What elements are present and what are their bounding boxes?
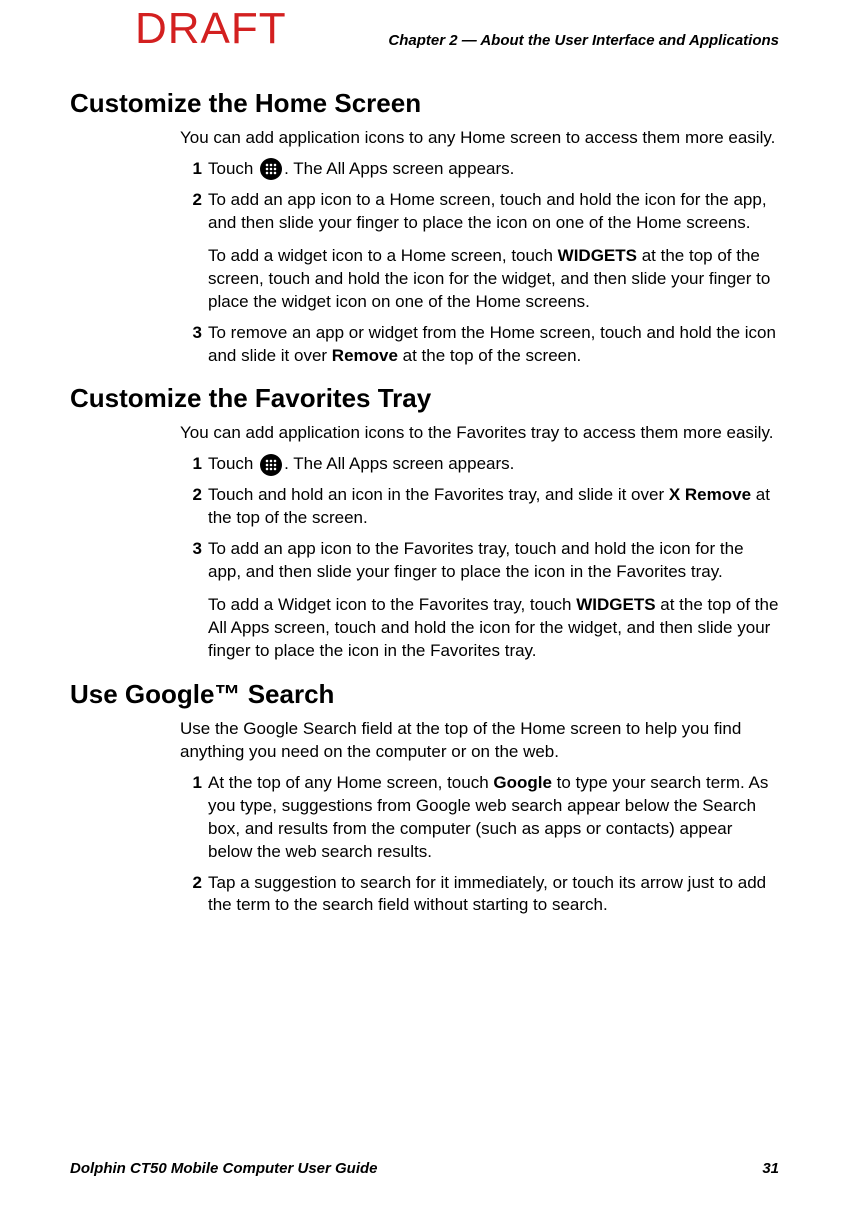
draft-watermark: DRAFT — [135, 4, 287, 54]
step-body: Touch . The All Apps screen appears. — [208, 453, 779, 476]
step-list: 1Touch . The All Apps screen appears.2To… — [180, 453, 779, 663]
step-item: 2Tap a suggestion to search for it immed… — [180, 872, 779, 918]
step-body: Touch and hold an icon in the Favorites … — [208, 484, 779, 530]
page-footer: Dolphin CT50 Mobile Computer User Guide … — [70, 1160, 779, 1177]
step-item: 1 Touch . The All Apps screen appears. — [180, 453, 779, 476]
step-item: 1 Touch . The All Apps screen appears. — [180, 158, 779, 181]
step-number: 3 — [180, 322, 202, 368]
step-body: Tap a suggestion to search for it immedi… — [208, 872, 779, 918]
section-intro: You can add application icons to any Hom… — [180, 127, 779, 150]
bold-text: WIDGETS — [558, 246, 637, 265]
step-number: 2 — [180, 189, 202, 314]
section-heading: Customize the Favorites Tray — [70, 383, 779, 414]
step-number: 3 — [180, 538, 202, 663]
chapter-header: Chapter 2 — About the User Interface and… — [388, 32, 779, 49]
step-item: 2To add an app icon to a Home screen, to… — [180, 189, 779, 314]
step-text: Touch . The All Apps screen appears. — [208, 158, 779, 181]
step-item: 2Touch and hold an icon in the Favorites… — [180, 484, 779, 530]
step-text: To add an app icon to the Favorites tray… — [208, 538, 779, 584]
step-text-pre: Touch — [208, 454, 258, 473]
step-body: To add an app icon to a Home screen, tou… — [208, 189, 779, 314]
all-apps-icon — [260, 158, 282, 180]
bold-text: X Remove — [669, 485, 751, 504]
step-text-post: . The All Apps screen appears. — [284, 159, 514, 178]
section-heading: Customize the Home Screen — [70, 88, 779, 119]
bold-text: Google — [493, 773, 552, 792]
step-body: To add an app icon to the Favorites tray… — [208, 538, 779, 663]
step-subparagraph: To add a widget icon to a Home screen, t… — [208, 245, 779, 314]
step-text-post: . The All Apps screen appears. — [284, 454, 514, 473]
bold-text: Remove — [332, 346, 398, 365]
step-subparagraph: To add a Widget icon to the Favorites tr… — [208, 594, 779, 663]
step-item: 1At the top of any Home screen, touch Go… — [180, 772, 779, 864]
step-text-pre: Touch — [208, 159, 258, 178]
step-text: Touch . The All Apps screen appears. — [208, 453, 779, 476]
step-text: To add an app icon to a Home screen, tou… — [208, 189, 779, 235]
step-number: 1 — [180, 158, 202, 181]
step-list: 1At the top of any Home screen, touch Go… — [180, 772, 779, 918]
footer-guide-title: Dolphin CT50 Mobile Computer User Guide — [70, 1160, 378, 1177]
step-text: Tap a suggestion to search for it immedi… — [208, 872, 779, 918]
step-body: To remove an app or widget from the Home… — [208, 322, 779, 368]
bold-text: WIDGETS — [576, 595, 655, 614]
section-intro: You can add application icons to the Fav… — [180, 422, 779, 445]
footer-page-number: 31 — [762, 1160, 779, 1177]
step-text: Touch and hold an icon in the Favorites … — [208, 484, 779, 530]
step-number: 2 — [180, 872, 202, 918]
step-text: At the top of any Home screen, touch Goo… — [208, 772, 779, 864]
step-number: 2 — [180, 484, 202, 530]
step-body: Touch . The All Apps screen appears. — [208, 158, 779, 181]
page-content: Customize the Home Screen You can add app… — [70, 72, 779, 925]
step-item: 3To add an app icon to the Favorites tra… — [180, 538, 779, 663]
all-apps-icon — [260, 454, 282, 476]
step-number: 1 — [180, 453, 202, 476]
section-heading: Use Google™ Search — [70, 679, 779, 710]
step-text: To remove an app or widget from the Home… — [208, 322, 779, 368]
section-intro: Use the Google Search field at the top o… — [180, 718, 779, 764]
step-number: 1 — [180, 772, 202, 864]
step-list: 1Touch . The All Apps screen appears.2To… — [180, 158, 779, 368]
step-item: 3To remove an app or widget from the Hom… — [180, 322, 779, 368]
step-body: At the top of any Home screen, touch Goo… — [208, 772, 779, 864]
